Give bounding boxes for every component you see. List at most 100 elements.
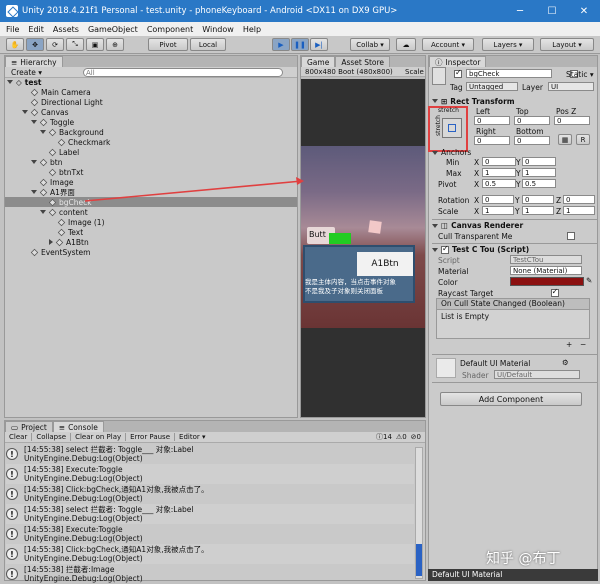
anchor-presets-button[interactable] — [442, 118, 462, 138]
scale-y-field[interactable]: 1 — [522, 206, 554, 215]
scene-row[interactable]: ◇ test — [7, 77, 42, 87]
rotate-tool-button[interactable]: ⟳ — [46, 38, 64, 51]
tab-inspector[interactable]: ⓘ Inspector — [429, 56, 487, 67]
log-entry[interactable]: ! [14:55:38] select 拦截者: Toggle___ 对象:Lab… — [6, 504, 414, 524]
menu-window[interactable]: Window — [202, 25, 234, 34]
expand-arrow-icon[interactable] — [40, 210, 46, 214]
scale-z-field[interactable]: 1 — [563, 206, 595, 215]
create-dropdown[interactable]: Create ▾ — [11, 68, 42, 77]
color-swatch[interactable] — [510, 277, 584, 286]
hierarchy-item[interactable]: bgCheck — [5, 197, 297, 207]
step-button[interactable]: ▶| — [310, 38, 328, 51]
info-count-icon[interactable]: ⓘ — [376, 432, 383, 442]
clear-button[interactable]: Clear — [5, 433, 33, 441]
raw-edit-button[interactable]: R — [576, 134, 590, 145]
log-entry[interactable]: ! [14:55:38] Execute:Toggle UnityEngine.De… — [6, 524, 414, 544]
top-field[interactable]: 0 — [514, 116, 550, 125]
cull-transparent-checkbox[interactable] — [567, 232, 576, 240]
hierarchy-item[interactable]: Label — [5, 147, 297, 157]
account-dropdown[interactable]: Account ▾ — [422, 38, 474, 51]
add-component-button[interactable]: Add Component — [440, 392, 582, 406]
active-checkbox[interactable] — [454, 68, 462, 78]
scale-x-field[interactable]: 1 — [482, 206, 514, 215]
maximize-button[interactable]: ☐ — [536, 0, 568, 22]
log-entry[interactable]: ! [14:55:38] select 拦截者: Toggle___ 对象:Lab… — [6, 444, 414, 464]
expand-arrow-icon[interactable] — [22, 110, 28, 114]
expand-arrow-icon[interactable] — [31, 160, 37, 164]
material-field[interactable]: None (Material) — [510, 266, 582, 275]
rotation-z-field[interactable]: 0 — [563, 195, 595, 204]
static-dropdown[interactable]: Static ▾ — [566, 70, 594, 79]
hierarchy-item[interactable]: Image (1) — [5, 217, 297, 227]
hierarchy-item[interactable]: btnTxt — [5, 167, 297, 177]
add-event-button[interactable]: + — [566, 340, 572, 349]
raycast-target-checkbox[interactable] — [550, 287, 559, 297]
log-entry[interactable]: ! [14:55:38] 拦截者:Image UnityEngine.Debug:L… — [6, 564, 414, 584]
canvas-renderer-header[interactable]: ◫ Canvas Renderer — [432, 219, 598, 231]
object-name-field[interactable]: bgCheck — [466, 69, 552, 78]
rect-tool-button[interactable]: ▣ — [86, 38, 104, 51]
move-tool-button[interactable]: ✥ — [26, 38, 44, 51]
menu-gameobject[interactable]: GameObject — [88, 25, 138, 34]
error-pause-button[interactable]: Error Pause — [126, 433, 176, 441]
hierarchy-item[interactable]: EventSystem — [5, 247, 297, 257]
preview-footer[interactable]: Default UI Material — [428, 569, 598, 581]
pivot-x-field[interactable]: 0.5 — [482, 179, 516, 188]
expand-arrow-icon[interactable] — [49, 239, 53, 245]
local-button[interactable]: Local — [190, 38, 226, 51]
rotation-x-field[interactable]: 0 — [482, 195, 514, 204]
layer-dropdown[interactable]: UI — [548, 82, 594, 91]
hierarchy-item[interactable]: Canvas — [5, 107, 297, 117]
menu-assets[interactable]: Assets — [53, 25, 79, 34]
anchor-max-y-field[interactable]: 1 — [522, 168, 556, 177]
rotation-y-field[interactable]: 0 — [522, 195, 554, 204]
resolution-dropdown[interactable]: 800x480 Boot (480x800) — [305, 68, 393, 76]
tab-project[interactable]: ▭ Project — [5, 421, 53, 432]
pivot-y-field[interactable]: 0.5 — [522, 179, 556, 188]
hierarchy-item[interactable]: content — [5, 207, 297, 217]
hierarchy-item[interactable]: Background — [5, 127, 297, 137]
log-entry[interactable]: ! [14:55:38] Execute:Toggle UnityEngine.De… — [6, 464, 414, 484]
hierarchy-item[interactable]: A1Btn — [5, 237, 297, 247]
console-scrollbar[interactable] — [415, 447, 423, 579]
layers-dropdown[interactable]: Layers ▾ — [482, 38, 534, 51]
hierarchy-item[interactable]: Checkmark — [5, 137, 297, 147]
minimize-button[interactable]: ─ — [504, 0, 536, 22]
hierarchy-item[interactable]: A1界面 — [5, 187, 297, 197]
hierarchy-item[interactable]: btn — [5, 157, 297, 167]
close-button[interactable]: ✕ — [568, 0, 600, 22]
menu-component[interactable]: Component — [147, 25, 193, 34]
hierarchy-item[interactable]: Directional Light — [5, 97, 297, 107]
hierarchy-item[interactable]: Main Camera — [5, 87, 297, 97]
game-viewport[interactable]: Butt A1Btn 我是主体内容，当点击事件对象 不是我及子对象则关闭面板 — [301, 79, 425, 417]
collapse-button[interactable]: Collapse — [32, 433, 72, 441]
pause-button[interactable]: ❚❚ — [291, 38, 309, 51]
hierarchy-item[interactable]: Toggle — [5, 117, 297, 127]
expand-arrow-icon[interactable] — [31, 120, 37, 124]
tab-asset-store[interactable]: Asset Store — [335, 56, 391, 67]
right-field[interactable]: 0 — [474, 136, 510, 145]
console-scrollbar-thumb[interactable] — [416, 544, 422, 576]
a1-button[interactable]: A1Btn — [357, 252, 413, 276]
posz-field[interactable]: 0 — [554, 116, 590, 125]
expand-arrow-icon[interactable] — [40, 130, 46, 134]
script-enabled-checkbox[interactable] — [441, 244, 449, 254]
collab-button[interactable]: Collab ▾ — [350, 38, 390, 51]
script-field[interactable]: TestCTou — [510, 255, 582, 264]
anchor-min-x-field[interactable]: 0 — [482, 157, 516, 166]
expand-arrow-icon[interactable] — [31, 190, 37, 194]
menu-edit[interactable]: Edit — [28, 25, 44, 34]
material-settings-icon[interactable]: ⚙ — [562, 358, 569, 367]
transform-tool-button[interactable]: ⊕ — [106, 38, 124, 51]
scale-tool-button[interactable]: ⤡ — [66, 38, 84, 51]
tab-game[interactable]: Game — [301, 56, 336, 67]
a1-panel[interactable]: A1Btn 我是主体内容，当点击事件对象 不是我及子对象则关闭面板 — [303, 245, 415, 303]
editor-dropdown[interactable]: Editor ▾ — [175, 433, 209, 441]
hierarchy-item[interactable]: Image — [5, 177, 297, 187]
tab-console[interactable]: ≡ Console — [52, 421, 104, 432]
shader-dropdown[interactable]: UI/Default — [494, 370, 580, 379]
anchor-min-y-field[interactable]: 0 — [522, 157, 556, 166]
hierarchy-item[interactable]: Text — [5, 227, 297, 237]
anchor-max-x-field[interactable]: 1 — [482, 168, 516, 177]
eyedropper-icon[interactable]: ✎ — [586, 276, 592, 285]
